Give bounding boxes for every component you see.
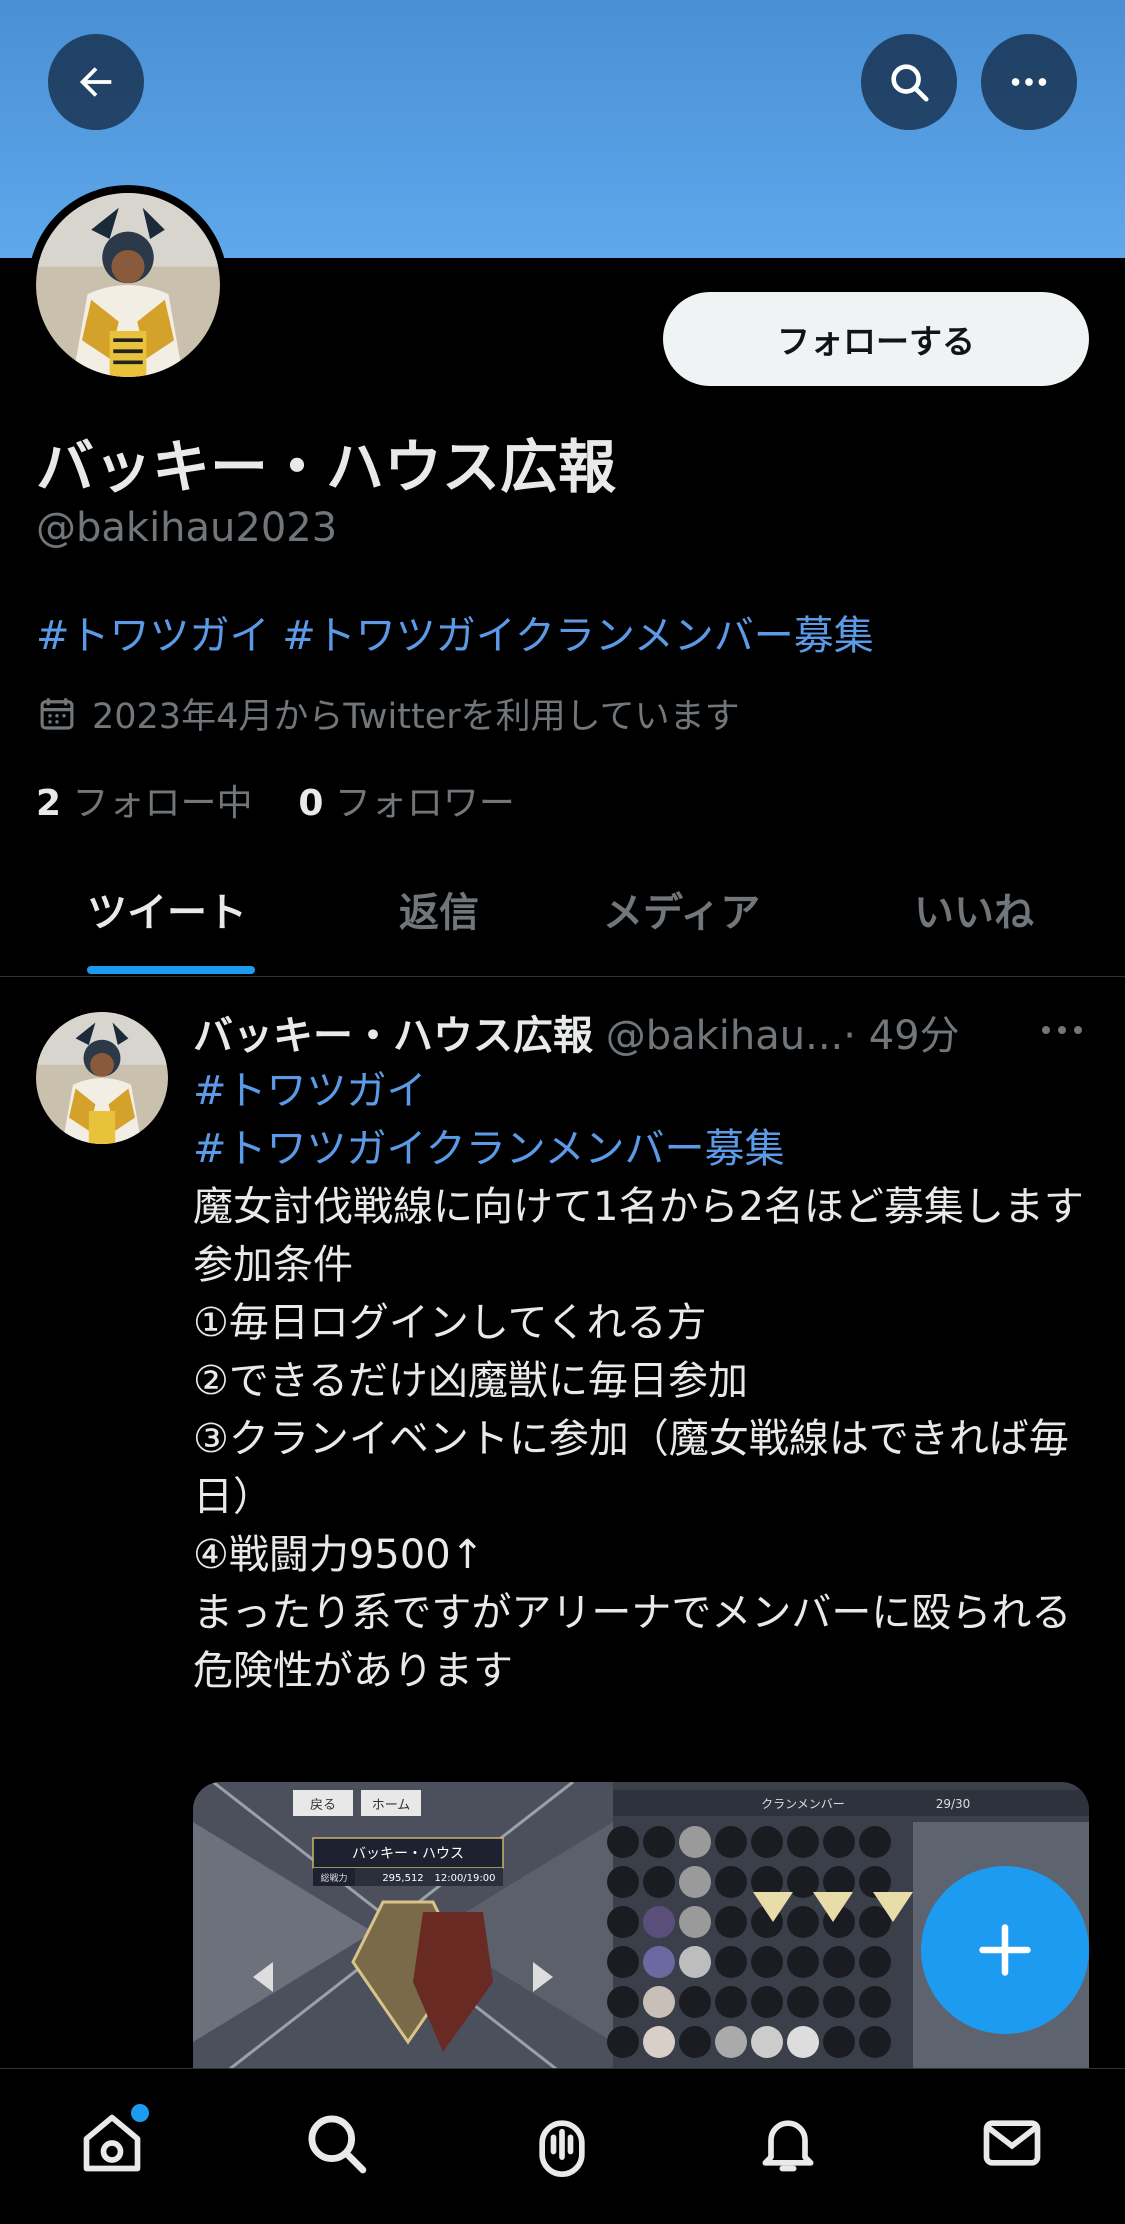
- search-icon: [891, 64, 929, 102]
- profile-stats: 2 フォロー中 0 フォロワー: [36, 774, 515, 826]
- profile-tabs: ツイート 返信 メディア いいね: [0, 860, 1125, 977]
- media-back-label: 戻る: [310, 1798, 336, 1813]
- search-button[interactable]: [861, 34, 957, 130]
- tab-tweets[interactable]: ツイート: [87, 880, 247, 938]
- tweet-line: ①毎日ログインしてくれる方: [193, 1300, 707, 1346]
- tweet-line: ②できるだけ凶魔獣に毎日参加: [193, 1358, 749, 1404]
- avatar-image: [36, 193, 220, 377]
- notification-dot: [128, 2101, 152, 2125]
- media-time-range: 12:00/19:00: [434, 1873, 495, 1884]
- followers-count: 0: [298, 783, 324, 824]
- notifications-icon[interactable]: [754, 2109, 822, 2177]
- more-horizontal-icon[interactable]: [1040, 1018, 1084, 1042]
- tweet-line: ③クランイベントに参加（魔女戦線はできれば毎日）: [193, 1416, 1069, 1520]
- tweet-hashtag[interactable]: #トワツガイクランメンバー募集: [193, 1120, 1093, 1178]
- media-members-count: 29/30: [936, 1797, 971, 1811]
- media-power-label: 総戦力: [320, 1872, 347, 1884]
- tab-media[interactable]: メディア: [603, 880, 760, 938]
- following-count: 2: [36, 783, 62, 824]
- media-home-label: ホーム: [372, 1798, 411, 1813]
- tweet-author-name[interactable]: バッキー・ハウス広報: [193, 1013, 593, 1059]
- bottom-navigation: [0, 2068, 1125, 2224]
- profile-bio[interactable]: #トワツガイ #トワツガイクランメンバー募集: [36, 603, 874, 661]
- media-clan-name: バッキー・ハウス: [352, 1846, 464, 1862]
- tweet-text: #トワツガイ #トワツガイクランメンバー募集 魔女討伐戦線に向けて1名から2名ほ…: [193, 1062, 1093, 1700]
- tab-likes[interactable]: いいね: [914, 880, 1034, 938]
- following-link[interactable]: 2 フォロー中: [36, 783, 253, 824]
- profile-avatar[interactable]: [28, 185, 228, 385]
- tweet-hashtag[interactable]: #トワツガイ: [193, 1062, 1093, 1120]
- following-label: フォロー中: [72, 783, 253, 824]
- profile-handle: @bakihau2023: [36, 505, 338, 551]
- compose-tweet-button[interactable]: [921, 1866, 1089, 2034]
- tweet-line: 魔女討伐戦線に向けて1名から2名ほど募集します: [193, 1184, 1084, 1230]
- messages-icon[interactable]: [978, 2109, 1046, 2177]
- followers-label: フォロワー: [334, 783, 515, 824]
- more-button[interactable]: [981, 34, 1077, 130]
- tab-active-indicator: [87, 966, 255, 974]
- tweet-time: · 49分: [843, 1013, 960, 1059]
- follow-button[interactable]: フォローする: [663, 292, 1089, 386]
- tweet-header: バッキー・ハウス広報 @bakihau...· 49分: [193, 1003, 1013, 1061]
- spaces-icon[interactable]: [528, 2109, 596, 2177]
- joined-text: 2023年4月からTwitterを利用しています: [92, 697, 740, 737]
- media-members-label: クランメンバー: [761, 1797, 845, 1811]
- tweet-avatar[interactable]: [36, 1012, 168, 1144]
- arrow-left-icon: [79, 67, 112, 97]
- tab-replies[interactable]: 返信: [399, 880, 479, 938]
- tweet-line: まったり系ですがアリーナでメンバーに殴られる危険性があります: [193, 1590, 1072, 1694]
- back-button[interactable]: [48, 34, 144, 130]
- tweet-line: 参加条件: [193, 1242, 353, 1288]
- more-horizontal-icon: [1011, 78, 1047, 86]
- plus-icon: [979, 1924, 1031, 1976]
- profile-display-name: バッキー・ハウス広報: [36, 433, 617, 501]
- calendar-icon: [40, 697, 74, 730]
- tweet-author-handle[interactable]: @bakihau...: [606, 1013, 844, 1059]
- tweet-line: ④戦闘力9500↑: [193, 1532, 485, 1578]
- profile-joined: 2023年4月からTwitterを利用しています: [36, 688, 740, 739]
- followers-link[interactable]: 0 フォロワー: [298, 783, 515, 824]
- avatar-image: [36, 1012, 168, 1144]
- media-power-value: 295,512: [382, 1873, 423, 1884]
- search-icon[interactable]: [302, 2109, 370, 2177]
